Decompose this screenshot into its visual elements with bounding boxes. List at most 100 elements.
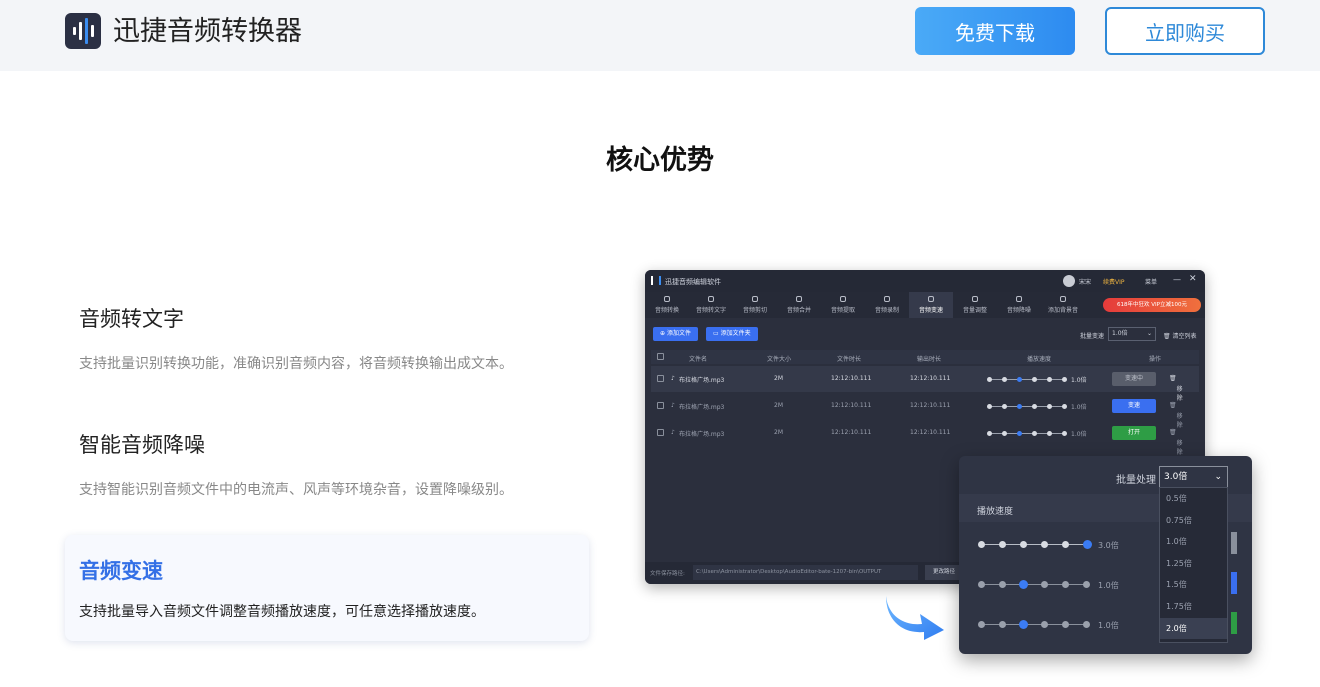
menu-button[interactable]: 菜单 xyxy=(1145,277,1157,286)
change-path-button[interactable]: 更改路径 xyxy=(925,565,963,580)
minimize-icon[interactable]: — xyxy=(1173,275,1181,284)
col-size: 文件大小 xyxy=(767,356,792,363)
promo-banner[interactable]: 618年中狂欢 VIP立减100元 xyxy=(1103,298,1201,312)
tool-audio-convert[interactable]: 音频转换 xyxy=(645,292,689,318)
tool-audio-record[interactable]: 音频录制 xyxy=(865,292,909,318)
save-path-input[interactable]: C:\Users\Administrator\Desktop\AudioEdit… xyxy=(693,565,918,580)
feature-title: 音频变速 xyxy=(79,559,163,583)
feature-title: 音频转文字 xyxy=(79,307,184,331)
clear-list-button[interactable]: 🗑 清空列表 xyxy=(1163,331,1197,340)
row-checkbox[interactable] xyxy=(657,429,664,436)
table-row[interactable]: ♪ 布拉格广场.mp3 2M 12:12:10.111 12:12:10.111… xyxy=(651,393,1199,429)
remove-button[interactable]: 🗑 移除 xyxy=(1169,429,1183,456)
row-checkbox[interactable] xyxy=(657,402,664,409)
col-duration: 文件时长 xyxy=(837,356,862,363)
user-name: 宋宋 xyxy=(1079,279,1092,286)
feature-desc: 支持批量导入音频文件调整音频播放速度，可任意选择播放速度。 xyxy=(79,604,485,620)
avatar[interactable] xyxy=(1063,275,1075,287)
speed-option[interactable]: 1.25倍 xyxy=(1160,553,1227,575)
music-icon: ♪ xyxy=(671,429,675,436)
tool-audio-cut[interactable]: 音频剪切 xyxy=(733,292,777,318)
feature-desc: 支持批量识别转换功能，准确识别音频内容，将音频转换输出成文本。 xyxy=(79,356,513,372)
tool-volume[interactable]: 音量调整 xyxy=(953,292,997,318)
speed-slider[interactable] xyxy=(981,584,1087,585)
batch-speed-select[interactable]: 1.0倍 ⌄ xyxy=(1108,327,1156,341)
tool-audio-merge[interactable]: 音频合并 xyxy=(777,292,821,318)
button-edge xyxy=(1231,532,1237,554)
speed-option-selected[interactable]: 2.0倍 xyxy=(1160,617,1227,640)
batch-process-select[interactable]: 3.0倍 ⌄ xyxy=(1159,466,1228,488)
file-size: 2M xyxy=(774,402,783,409)
table-row[interactable]: ♪ 布拉格广场.mp3 2M 12:12:10.111 12:12:10.111… xyxy=(651,366,1199,402)
save-path-label: 文件保存路径: xyxy=(650,571,685,577)
tool-denoise[interactable]: 音频降噪 xyxy=(997,292,1041,318)
tool-speech-to-text[interactable]: 音频转文字 xyxy=(689,292,733,318)
tool-add-bgm[interactable]: 添加背景音 xyxy=(1041,292,1085,318)
select-all-checkbox[interactable] xyxy=(657,353,664,360)
speed-option[interactable]: 0.75倍 xyxy=(1160,510,1227,532)
batch-speed-label: 批量变速 xyxy=(1080,333,1105,340)
feature-speed-change[interactable]: 音频变速 支持批量导入音频文件调整音频播放速度，可任意选择播放速度。 xyxy=(65,535,589,641)
speed-slider[interactable] xyxy=(989,406,1064,407)
open-button[interactable]: 打开 xyxy=(1112,426,1156,440)
table-row[interactable]: ♪ 布拉格广场.mp3 2M 12:12:10.111 12:12:10.111… xyxy=(651,420,1199,456)
buy-now-button[interactable]: 立即购买 xyxy=(1105,7,1265,55)
speed-slider[interactable] xyxy=(989,433,1064,434)
add-folder-button[interactable]: ▭ 添加文件夹 xyxy=(706,327,758,341)
feature-speech-to-text[interactable]: 音频转文字 支持批量识别转换功能，准确识别音频内容，将音频转换输出成文本。 xyxy=(65,303,589,373)
speed-options-dropdown: 0.5倍 0.75倍 1.0倍 1.25倍 1.5倍 1.75倍 2.0倍 xyxy=(1159,487,1228,643)
music-icon: ♪ xyxy=(671,402,675,409)
file-duration: 12:12:10.111 xyxy=(831,402,872,409)
audio-wave-icon[interactable] xyxy=(65,13,101,49)
speed-slider[interactable] xyxy=(981,544,1087,545)
file-name: 布拉格广场.mp3 xyxy=(679,404,725,411)
speed-value: 3.0倍 xyxy=(1098,541,1119,550)
speed-option[interactable]: 1.75倍 xyxy=(1160,596,1227,618)
speed-value: 1.0倍 xyxy=(1071,404,1087,411)
brand-name[interactable]: 迅捷音频转换器 xyxy=(113,14,302,50)
speed-option[interactable]: 1.0倍 xyxy=(1160,531,1227,553)
site-header: 迅捷音频转换器 免费下载 立即购买 xyxy=(0,0,1320,71)
col-filename: 文件名 xyxy=(689,356,708,363)
file-size: 2M xyxy=(774,375,783,382)
file-duration: 12:12:10.111 xyxy=(831,429,872,436)
speed-slider[interactable] xyxy=(981,624,1087,625)
app-title: 迅捷音频编辑软件 xyxy=(665,278,721,286)
speed-value: 1.0倍 xyxy=(1071,377,1087,384)
chevron-down-icon: ⌄ xyxy=(1146,330,1152,337)
feature-noise-reduction[interactable]: 智能音频降噪 支持智能识别音频文件中的电流声、风声等环境杂音，设置降噪级别。 xyxy=(65,429,589,499)
speed-value: 1.0倍 xyxy=(1098,621,1119,630)
feature-desc: 支持智能识别音频文件中的电流声、风声等环境杂音，设置降噪级别。 xyxy=(79,482,513,498)
row-checkbox[interactable] xyxy=(657,375,664,382)
button-edge xyxy=(1231,612,1237,634)
chevron-down-icon: ⌄ xyxy=(1214,472,1222,482)
tool-audio-speed[interactable]: 音频变速 xyxy=(909,292,953,318)
output-duration: 12:12:10.111 xyxy=(910,429,951,436)
file-name: 布拉格广场.mp3 xyxy=(679,377,725,384)
batch-process-label: 批量处理 xyxy=(1116,475,1156,486)
file-name: 布拉格广场.mp3 xyxy=(679,431,725,438)
file-duration: 12:12:10.111 xyxy=(831,375,872,382)
tool-audio-extract[interactable]: 音频提取 xyxy=(821,292,865,318)
close-icon[interactable]: ✕ xyxy=(1189,274,1197,284)
col-speed: 播放速度 xyxy=(1027,356,1052,363)
button-edge xyxy=(1231,572,1237,594)
speed-slider[interactable] xyxy=(989,379,1064,380)
converting-button[interactable]: 变速中 xyxy=(1112,372,1156,386)
curved-arrow-icon xyxy=(886,596,944,640)
file-size: 2M xyxy=(774,429,783,436)
speed-option[interactable]: 1.5倍 xyxy=(1160,574,1227,596)
app-logo-icon xyxy=(651,276,661,285)
app-titlebar: 迅捷音频编辑软件 宋宋 续费VIP 菜单 — ✕ xyxy=(645,270,1205,292)
change-speed-button[interactable]: 变速 xyxy=(1112,399,1156,413)
speed-value: 1.0倍 xyxy=(1098,581,1119,590)
remove-button[interactable]: 🗑 移除 xyxy=(1169,402,1183,429)
section-title: 核心优势 xyxy=(606,145,714,176)
table-header: 文件名 文件大小 文件时长 输出时长 播放速度 操作 xyxy=(651,350,1199,364)
free-download-button[interactable]: 免费下载 xyxy=(915,7,1075,55)
vip-link[interactable]: 续费VIP xyxy=(1103,277,1125,286)
speed-option[interactable]: 0.5倍 xyxy=(1160,488,1227,510)
remove-button[interactable]: 🗑 移除 xyxy=(1169,375,1183,402)
music-icon: ♪ xyxy=(671,375,675,382)
add-file-button[interactable]: ⊕ 添加文件 xyxy=(653,327,698,341)
